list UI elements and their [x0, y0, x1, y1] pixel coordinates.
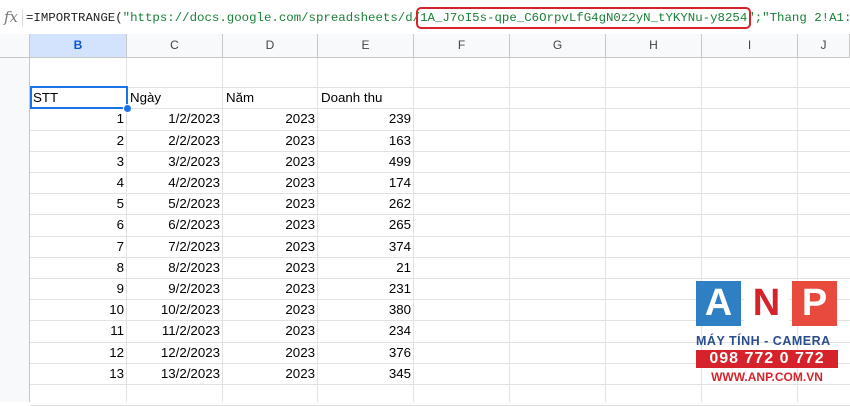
- formula-url: "https://docs.google.com/spreadsheets/d/: [122, 11, 421, 25]
- data-cell[interactable]: 2023: [223, 108, 318, 129]
- data-cell[interactable]: 2023: [223, 257, 318, 278]
- formula-range: ";"Thang 2!A1:D": [747, 11, 850, 25]
- data-cell[interactable]: 345: [318, 363, 414, 384]
- column-header-c[interactable]: C: [127, 34, 223, 58]
- header-cell[interactable]: Doanh thu: [318, 87, 414, 108]
- header-cell[interactable]: Ngày: [127, 87, 223, 108]
- column-header-d[interactable]: D: [223, 34, 318, 58]
- column-header-e[interactable]: E: [318, 34, 414, 58]
- data-cell[interactable]: 2023: [223, 342, 318, 363]
- data-cell[interactable]: 234: [318, 320, 414, 341]
- grid-vline: [605, 58, 606, 402]
- data-cell[interactable]: 13/2/2023: [127, 363, 223, 384]
- data-cell[interactable]: 1/2/2023: [127, 108, 223, 129]
- data-cell[interactable]: 7: [30, 236, 127, 257]
- column-header-h[interactable]: H: [606, 34, 702, 58]
- data-cell[interactable]: 2023: [223, 299, 318, 320]
- data-cell[interactable]: 2023: [223, 278, 318, 299]
- formula-function: =IMPORTRANGE(: [26, 11, 123, 25]
- data-cell[interactable]: 8: [30, 257, 127, 278]
- data-cell[interactable]: 2/2/2023: [127, 130, 223, 151]
- data-cell[interactable]: 13: [30, 363, 127, 384]
- data-cell[interactable]: 2023: [223, 320, 318, 341]
- logo-tagline: MÁY TÍNH - CAMERA: [696, 334, 831, 348]
- data-cell[interactable]: 163: [318, 130, 414, 151]
- data-cell[interactable]: 2023: [223, 130, 318, 151]
- data-cell[interactable]: 2023: [223, 151, 318, 172]
- column-header-g[interactable]: G: [510, 34, 606, 58]
- data-cell[interactable]: 2023: [223, 363, 318, 384]
- data-cell[interactable]: 231: [318, 278, 414, 299]
- data-cell[interactable]: 11/2/2023: [127, 320, 223, 341]
- data-cell[interactable]: 12/2/2023: [127, 342, 223, 363]
- spreadsheet-key-highlight: 1A_J7oI5s-qpe_C6OrpvLfG4gN0z2yN_tYKYNu-y…: [416, 7, 752, 29]
- data-cell[interactable]: 6: [30, 214, 127, 235]
- column-header-i[interactable]: I: [702, 34, 798, 58]
- data-cell[interactable]: 6/2/2023: [127, 214, 223, 235]
- active-cell-border: [30, 86, 128, 110]
- formula-input[interactable]: =IMPORTRANGE("https://docs.google.com/sp…: [26, 7, 850, 29]
- grid-vline: [509, 58, 510, 402]
- data-cell[interactable]: 1: [30, 108, 127, 129]
- data-cell[interactable]: 9: [30, 278, 127, 299]
- data-cell[interactable]: 499: [318, 151, 414, 172]
- data-cell[interactable]: 2023: [223, 214, 318, 235]
- data-cell[interactable]: 9/2/2023: [127, 278, 223, 299]
- header-cell[interactable]: Năm: [223, 87, 318, 108]
- data-cell[interactable]: 12: [30, 342, 127, 363]
- column-header-j[interactable]: J: [798, 34, 850, 58]
- data-cell[interactable]: 11: [30, 320, 127, 341]
- select-all-corner[interactable]: [0, 34, 30, 58]
- data-cell[interactable]: 374: [318, 236, 414, 257]
- data-cell[interactable]: 2023: [223, 172, 318, 193]
- data-cell[interactable]: 262: [318, 193, 414, 214]
- formula-bar[interactable]: fx =IMPORTRANGE("https://docs.google.com…: [0, 0, 850, 35]
- data-cell[interactable]: 4/2/2023: [127, 172, 223, 193]
- function-icon: fx: [4, 8, 19, 26]
- logo-letter-n: N: [744, 281, 789, 326]
- data-cell[interactable]: 2023: [223, 193, 318, 214]
- logo-website: WWW.ANP.COM.VN: [711, 370, 823, 384]
- data-cell[interactable]: 21: [318, 257, 414, 278]
- column-header-f[interactable]: F: [414, 34, 510, 58]
- data-cell[interactable]: 4: [30, 172, 127, 193]
- data-cell[interactable]: 3: [30, 151, 127, 172]
- anp-logo: A N P MÁY TÍNH - CAMERA 098 772 0 772 WW…: [696, 281, 838, 391]
- data-cell[interactable]: 265: [318, 214, 414, 235]
- data-cell[interactable]: 2: [30, 130, 127, 151]
- data-cell[interactable]: 8/2/2023: [127, 257, 223, 278]
- logo-letter-p: P: [792, 281, 837, 326]
- data-cell[interactable]: 239: [318, 108, 414, 129]
- logo-letter-a: A: [696, 281, 741, 326]
- logo-phone: 098 772 0 772: [696, 350, 838, 368]
- formula-separator: [22, 9, 23, 27]
- data-cell[interactable]: 174: [318, 172, 414, 193]
- row-header-strip[interactable]: [0, 58, 30, 402]
- data-cell[interactable]: 5: [30, 193, 127, 214]
- column-header-b[interactable]: B: [30, 34, 127, 58]
- data-cell[interactable]: 10/2/2023: [127, 299, 223, 320]
- data-cell[interactable]: 380: [318, 299, 414, 320]
- data-cell[interactable]: 10: [30, 299, 127, 320]
- data-cell[interactable]: 5/2/2023: [127, 193, 223, 214]
- data-cell[interactable]: 376: [318, 342, 414, 363]
- data-cell[interactable]: 7/2/2023: [127, 236, 223, 257]
- data-cell[interactable]: 2023: [223, 236, 318, 257]
- data-cell[interactable]: 3/2/2023: [127, 151, 223, 172]
